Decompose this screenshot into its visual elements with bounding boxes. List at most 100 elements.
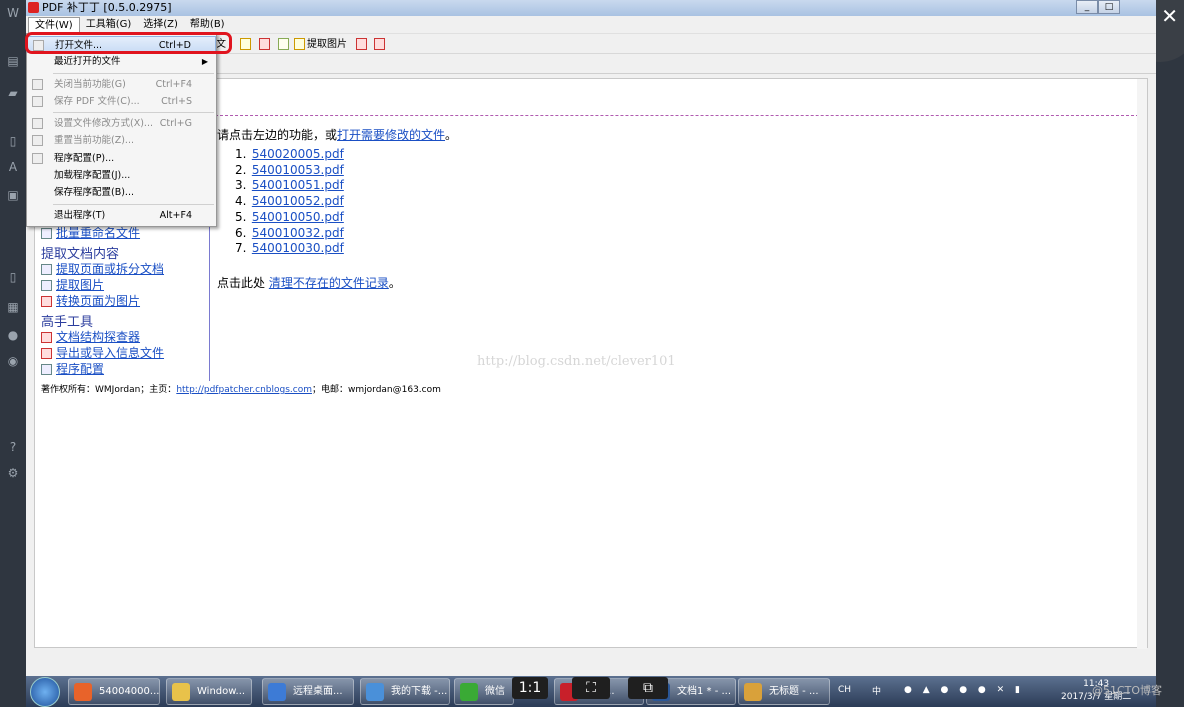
inspector-icon [41, 332, 52, 343]
divider [215, 115, 1139, 116]
settings-icon[interactable]: ⚙ [6, 466, 20, 480]
menu-item-modify-mode[interactable]: 设置文件修改方式(X)... Ctrl+G [27, 115, 216, 132]
cleanup-suffix: 。 [388, 276, 401, 290]
sidebar-item-convert-images[interactable]: 转换页面为图片 [41, 293, 164, 309]
extract-images-button[interactable]: 提取图片 [294, 38, 347, 51]
page-icon[interactable]: ▯ [6, 134, 20, 148]
text-icon[interactable]: A [6, 160, 20, 174]
convert-icon [41, 296, 52, 307]
minimize-button[interactable]: _ [1076, 0, 1098, 14]
save-icon [32, 95, 43, 107]
wechat-icon [460, 683, 478, 701]
recent-file-link[interactable]: 540010051.pdf [252, 178, 344, 192]
menu-item-load-config[interactable]: 加载程序配置(J)... [27, 167, 216, 184]
function-sidebar: 批量重命名文件 提取文档内容 提取页面或拆分文档 提取图片 转换页面为图片 高手… [41, 225, 164, 377]
rename-icon [41, 228, 52, 239]
menu-help[interactable]: 帮助(B) [184, 17, 231, 33]
intro-text: 请点击左边的功能，或打开需要修改的文件。 [217, 126, 457, 143]
recent-file-link[interactable]: 540010050.pdf [252, 210, 344, 224]
help-icon[interactable]: ? [6, 440, 20, 454]
doc-icon[interactable]: ▯ [6, 270, 20, 284]
toolbar-tool-icon[interactable] [240, 38, 253, 51]
toolbar-pdf-icon[interactable] [259, 38, 272, 51]
menu-item-program-config[interactable]: 程序配置(P)... [27, 150, 216, 167]
ratio-button[interactable]: 1:1 [512, 677, 548, 699]
menu-separator [53, 203, 214, 205]
taskbar-button[interactable]: 54004000... [68, 678, 160, 705]
menu-item-exit[interactable]: 退出程序(T) Alt+F4 [27, 207, 216, 224]
tray-icons[interactable]: ● ▲ ● ● ● ✕ ▮ [904, 685, 1024, 695]
taskbar-button[interactable]: 我的下载 -... [360, 678, 450, 705]
firefox-icon [74, 683, 92, 701]
remote-desktop-icon [268, 683, 286, 701]
maximize-button[interactable]: □ [1098, 0, 1120, 14]
app-icon [28, 2, 39, 13]
recent-file-link[interactable]: 540010052.pdf [252, 194, 344, 208]
recent-file-link[interactable]: 540020005.pdf [252, 147, 344, 161]
list-item: 2. 540010053.pdf [235, 162, 344, 177]
viewer-left-strip: W ▤ ▰ ▯ A ▣ ▯ ▦ ● ◉ ? ⚙ [0, 0, 26, 707]
copyright-footer: 著作权所有：WMJordan；主页：http://pdfpatcher.cnbl… [41, 385, 441, 395]
taskbar-button[interactable]: 无标题 - ... [738, 678, 830, 705]
menu-item-save-pdf[interactable]: 保存 PDF 文件(C)... Ctrl+S [27, 93, 216, 110]
homepage-link[interactable]: http://pdfpatcher.cnblogs.com [176, 385, 312, 395]
menu-separator [53, 112, 214, 114]
menu-item-close-function[interactable]: 关闭当前功能(G) Ctrl+F4 [27, 76, 216, 93]
menu-separator [53, 72, 214, 74]
sidebar-item-doc-inspector[interactable]: 文档结构探查器 [41, 329, 164, 345]
crop-icon[interactable]: ⧉ [628, 677, 668, 699]
menu-item-recent-files[interactable]: 最近打开的文件 ▶ [27, 53, 216, 70]
pin-icon[interactable]: ◉ [6, 354, 20, 368]
users-icon[interactable]: ● [6, 328, 20, 342]
sidebar-item-batch-rename[interactable]: 批量重命名文件 [41, 225, 164, 241]
sidebar-item-extract-pages[interactable]: 提取页面或拆分文档 [41, 261, 164, 277]
taskbar-button[interactable]: 微信 [454, 678, 514, 705]
cleanup-text: 点击此处 清理不存在的文件记录。 [217, 274, 401, 291]
sidebar-item-program-config[interactable]: 程序配置 [41, 361, 164, 377]
scrollbar[interactable] [1137, 79, 1147, 649]
recent-file-link[interactable]: 540010053.pdf [252, 163, 344, 177]
menu-item-reset-function[interactable]: 重置当前功能(Z)... [27, 132, 216, 149]
intro-prefix: 请点击左边的功能，或 [217, 128, 338, 142]
image-icon[interactable]: ▣ [6, 188, 20, 202]
menu-item-save-config[interactable]: 保存程序配置(B)... [27, 184, 216, 201]
menu-file[interactable]: 文件(W) [28, 16, 80, 33]
menu-select[interactable]: 选择(Z) [137, 17, 184, 33]
menu-toolbox[interactable]: 工具箱(G) [80, 17, 138, 33]
layout-icon[interactable]: ▦ [6, 300, 20, 314]
picture-icon[interactable]: ▤ [6, 54, 20, 68]
sidebar-item-export-info[interactable]: 导出或导入信息文件 [41, 345, 164, 361]
viewer-right-strip [1156, 0, 1184, 707]
ime-label[interactable]: CH [838, 685, 851, 695]
ime-mode[interactable]: 中 [872, 684, 881, 697]
close-icon[interactable]: ✕ [1161, 4, 1178, 28]
window-title: PDF 补丁丁 [0.5.0.2975] [42, 1, 172, 14]
intro-suffix: 。 [445, 128, 458, 142]
reset-icon [32, 135, 43, 147]
fit-screen-icon[interactable]: ⛶ [572, 677, 610, 699]
pages-icon [41, 264, 52, 275]
sidebar-item-extract-images[interactable]: 提取图片 [41, 277, 164, 293]
toolbar-doc-icon[interactable] [278, 38, 291, 51]
corner-watermark: @51CTO博客 [1092, 684, 1163, 697]
config-icon [41, 364, 52, 375]
folder-icon [172, 683, 190, 701]
recent-file-link[interactable]: 540010032.pdf [252, 226, 344, 240]
file-menu-dropdown: 打开文件... Ctrl+D 最近打开的文件 ▶ 关闭当前功能(G) Ctrl+F4 … [26, 33, 217, 227]
toolbar-export-icon[interactable] [374, 38, 387, 51]
taskbar-button[interactable]: Window... [166, 678, 252, 705]
taskbar-button[interactable]: 远程桌面... [262, 678, 354, 705]
list-item: 3. 540010051.pdf [235, 178, 344, 193]
export-icon [41, 348, 52, 359]
cleanup-link[interactable]: 清理不存在的文件记录 [269, 276, 389, 290]
open-file-link[interactable]: 打开需要修改的文件 [337, 128, 445, 142]
folder-icon[interactable]: ▰ [6, 86, 20, 100]
toolbar-convert-icon[interactable] [356, 38, 369, 51]
download-icon [366, 683, 384, 701]
recent-file-link[interactable]: 540010030.pdf [252, 241, 344, 255]
wps-icon[interactable]: W [6, 6, 20, 20]
section-extract: 提取文档内容 [41, 247, 120, 262]
modify-icon [32, 118, 43, 130]
list-item: 5. 540010050.pdf [235, 209, 344, 224]
start-button[interactable] [30, 677, 60, 707]
